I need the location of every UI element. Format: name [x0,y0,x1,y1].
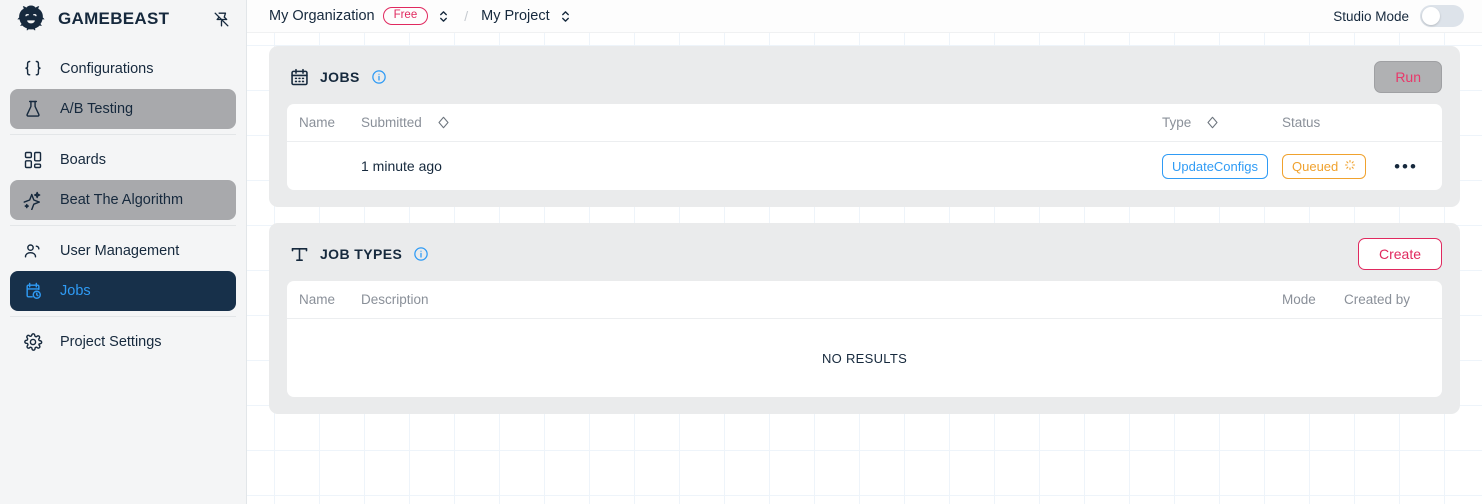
sidebar-brand: GAMEBEAST [0,0,246,38]
nav-group-3: User Management Jobs [10,226,236,316]
jobs-card: JOBS Run Name Submitted Type Status 1 mi… [269,46,1460,207]
nav-group-1: Configurations A/B Testing [10,44,236,134]
flask-icon [22,98,44,120]
job-types-table-header: Name Description Mode Created by [287,281,1442,319]
job-types-table: Name Description Mode Created by NO RESU… [287,281,1442,397]
column-label: Submitted [361,115,422,130]
status-badge: Queued [1282,153,1367,179]
column-header-mode: Mode [1282,292,1316,307]
sidebar-item-user-management[interactable]: User Management [10,231,236,271]
sidebar: GAMEBEAST Configurations A/B Testing Boa… [0,0,247,504]
column-header-status: Status [1282,115,1321,130]
main-area: My Organization Free / My Project Studio… [247,0,1482,504]
more-options-icon: ••• [1394,156,1418,176]
braces-icon [22,58,44,80]
studio-mode-toggle[interactable] [1420,5,1464,27]
users-icon [22,240,44,262]
sidebar-nav: Configurations A/B Testing Boards Beat T… [0,38,246,367]
grid-icon [22,149,44,171]
status-label: Queued [1292,158,1339,174]
sidebar-item-ab-testing[interactable]: A/B Testing [10,89,236,129]
chevron-updown-icon[interactable] [558,9,573,24]
breadcrumb-separator: / [464,8,469,24]
sidebar-item-boards[interactable]: Boards [10,140,236,180]
empty-state-message: NO RESULTS [821,350,908,366]
job-types-card-header: JOB TYPES Create [287,237,1442,271]
spinner-icon [1344,159,1356,174]
nav-group-4: Project Settings [10,317,236,367]
gamebeast-logo-icon [14,4,48,34]
column-header-submitted: Submitted [361,115,1162,130]
project-name: My Project [481,8,550,24]
toggle-knob [1422,7,1440,25]
sidebar-item-beat-the-algorithm[interactable]: Beat The Algorithm [10,180,236,220]
sidebar-item-configurations[interactable]: Configurations [10,49,236,89]
jobs-table: Name Submitted Type Status 1 minute ago … [287,104,1442,190]
text-t-icon [287,242,311,266]
column-label: Type [1162,115,1192,130]
calendar-icon [287,65,311,89]
jobs-table-header: Name Submitted Type Status [287,104,1442,142]
sparkle-icon [22,189,44,211]
sidebar-item-jobs[interactable]: Jobs [10,271,236,311]
app-root: GAMEBEAST Configurations A/B Testing Boa… [0,0,1482,504]
sidebar-item-label: Boards [60,152,106,168]
cell-submitted: 1 minute ago [361,158,442,174]
sidebar-item-label: User Management [60,243,180,259]
cell-status: Queued [1282,153,1382,179]
calendar-clock-icon [22,280,44,302]
job-types-card: JOB TYPES Create Name Description Mode C… [269,223,1460,414]
studio-mode-label: Studio Mode [1333,8,1409,24]
job-types-title: JOB TYPES [320,246,403,262]
jobs-card-header: JOBS Run [287,60,1442,94]
column-header-created-by: Created by [1344,292,1411,307]
brand-name: GAMEBEAST [58,9,170,28]
content-grid-background: JOBS Run Name Submitted Type Status 1 mi… [247,33,1482,504]
column-header-description: Description [361,292,429,307]
create-button[interactable]: Create [1357,238,1442,270]
table-row[interactable]: 1 minute ago UpdateConfigs Queued ••• [287,142,1442,190]
run-button[interactable]: Run [1374,61,1442,93]
content-inner: JOBS Run Name Submitted Type Status 1 mi… [247,33,1482,504]
gear-icon [22,331,44,353]
sidebar-item-label: Jobs [60,283,91,299]
row-actions-menu[interactable]: ••• [1382,158,1430,175]
topbar: My Organization Free / My Project Studio… [247,0,1482,33]
sidebar-item-label: A/B Testing [60,101,134,117]
topbar-right: Studio Mode [1333,5,1464,27]
breadcrumb-organization[interactable]: My Organization Free [269,6,451,26]
plan-badge: Free [382,6,429,26]
sort-diamond-icon[interactable] [436,115,451,130]
info-icon[interactable] [413,246,429,262]
sort-diamond-icon[interactable] [1205,115,1220,130]
organization-name: My Organization [269,8,375,24]
jobs-title: JOBS [320,69,360,85]
job-type-badge[interactable]: UpdateConfigs [1162,153,1268,179]
info-icon[interactable] [371,69,387,85]
sidebar-item-label: Beat The Algorithm [60,192,184,208]
sidebar-item-label: Project Settings [60,334,162,350]
nav-group-2: Boards Beat The Algorithm [10,135,236,225]
sidebar-item-label: Configurations [60,61,154,77]
sidebar-item-project-settings[interactable]: Project Settings [10,322,236,362]
breadcrumb-project[interactable]: My Project [481,8,573,24]
column-header-type: Type [1162,115,1282,130]
chevron-updown-icon[interactable] [436,9,451,24]
column-header-name: Name [299,292,336,307]
column-header-name: Name [299,115,336,130]
cell-type: UpdateConfigs [1162,153,1282,179]
pin-off-icon[interactable] [208,6,234,32]
